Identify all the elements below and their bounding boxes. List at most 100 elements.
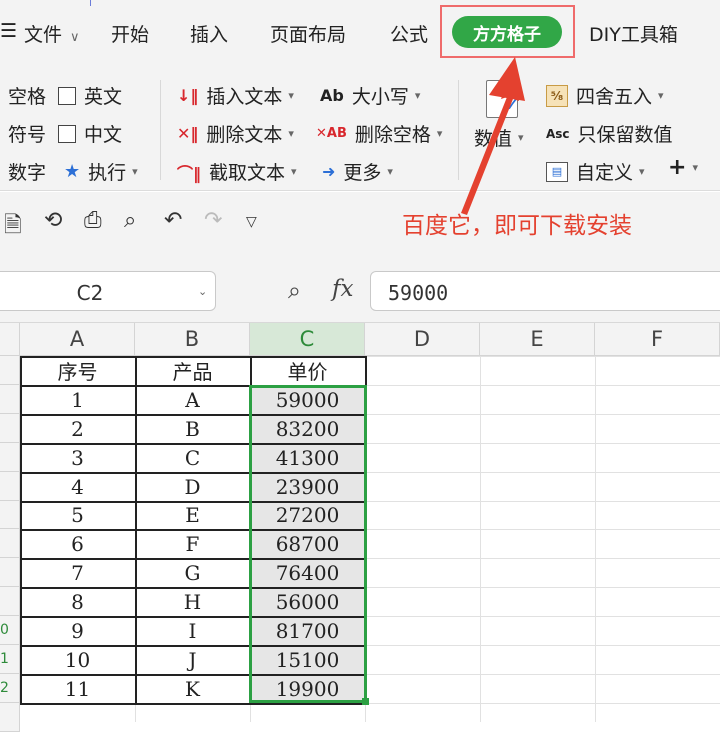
dropdown-arrow-icon: ▾ bbox=[387, 165, 393, 178]
more-button[interactable]: ➜ 更多 ▾ bbox=[322, 158, 393, 185]
tab-insert[interactable]: 插入 bbox=[190, 20, 228, 47]
row-header[interactable] bbox=[0, 703, 20, 732]
row-header[interactable] bbox=[0, 558, 20, 587]
tab-page-layout[interactable]: 页面布局 bbox=[270, 20, 346, 47]
row-header[interactable]: 2 bbox=[0, 674, 20, 703]
table-cell[interactable]: D bbox=[135, 472, 250, 501]
table-cell[interactable]: F bbox=[135, 529, 250, 558]
ribbon-option-symbol[interactable]: 符号 bbox=[8, 120, 46, 147]
fill-handle[interactable] bbox=[362, 698, 369, 705]
table-cell[interactable]: 8 bbox=[20, 587, 135, 616]
case-icon: Ab bbox=[320, 86, 344, 105]
table-cell[interactable]: I bbox=[135, 616, 250, 645]
menu-lines-icon[interactable]: ☰ bbox=[0, 20, 17, 42]
tab-formulas[interactable]: 公式 bbox=[390, 20, 428, 47]
share-icon[interactable]: ⟲ bbox=[44, 208, 62, 233]
custom-table-icon: ▤ bbox=[546, 161, 568, 182]
table-cell[interactable]: 单价 bbox=[250, 356, 365, 385]
ribbon-execute-button[interactable]: ★ 执行 ▾ bbox=[64, 158, 138, 185]
table-cell[interactable]: 4 bbox=[20, 472, 135, 501]
print-icon[interactable]: ⎙ bbox=[84, 208, 102, 233]
table-cell[interactable]: E bbox=[135, 501, 250, 529]
row-header[interactable] bbox=[0, 356, 20, 385]
name-box-dropdown-icon[interactable]: ⌄ bbox=[198, 285, 207, 298]
keep-values-button[interactable]: Asc 只保留数值 bbox=[546, 120, 673, 147]
column-header-c[interactable]: C bbox=[250, 323, 365, 356]
table-cell[interactable]: 10 bbox=[20, 645, 135, 674]
table-cell[interactable]: 序号 bbox=[20, 356, 135, 385]
name-box-value: C2 bbox=[76, 281, 104, 305]
row-header[interactable] bbox=[0, 385, 20, 414]
table-cell[interactable]: 5 bbox=[20, 501, 135, 529]
row-number: 1 bbox=[0, 651, 9, 667]
custom-button[interactable]: ▤ 自定义 ▾ bbox=[546, 158, 645, 185]
annotation-arrow bbox=[461, 57, 525, 215]
customize-dropdown-icon[interactable]: ▽ bbox=[246, 214, 257, 230]
chevron-down-icon: ∨ bbox=[70, 30, 80, 45]
fx-icon[interactable]: fx bbox=[332, 276, 353, 302]
column-header-d[interactable]: D bbox=[365, 323, 480, 356]
table-cell[interactable]: 11 bbox=[20, 674, 135, 703]
dropdown-arrow-icon: ▾ bbox=[291, 165, 297, 178]
table-cell[interactable]: G bbox=[135, 558, 250, 587]
column-header-f[interactable]: F bbox=[595, 323, 720, 356]
redo-icon[interactable]: ↷ bbox=[204, 208, 222, 233]
ribbon-option-english[interactable]: 英文 bbox=[58, 82, 122, 109]
table-cell[interactable]: 产品 bbox=[135, 356, 250, 385]
extract-text-button[interactable]: ⌒‖ 截取文本 ▾ bbox=[177, 158, 297, 185]
round-icon: ⁵⁄₈ bbox=[546, 84, 568, 107]
row-header[interactable] bbox=[0, 501, 20, 529]
delete-spaces-icon: ✕AB bbox=[316, 126, 347, 141]
row-header[interactable] bbox=[0, 529, 20, 558]
dropdown-arrow-icon: ▾ bbox=[692, 161, 698, 174]
row-header[interactable] bbox=[0, 443, 20, 472]
checkbox[interactable] bbox=[58, 86, 76, 105]
row-header[interactable] bbox=[0, 587, 20, 616]
ribbon-option-space[interactable]: 空格 bbox=[8, 82, 46, 109]
print-preview-icon[interactable]: ⌕ bbox=[124, 208, 136, 233]
tab-diy-toolbox[interactable]: DIY工具箱 bbox=[589, 20, 678, 47]
row-header[interactable]: 0 bbox=[0, 616, 20, 645]
checkbox[interactable] bbox=[58, 124, 76, 143]
row-header[interactable] bbox=[0, 472, 20, 501]
zoom-icon[interactable]: ⌕ bbox=[288, 278, 301, 304]
table-cell[interactable]: K bbox=[135, 674, 250, 703]
case-button[interactable]: Ab 大小写 ▾ bbox=[320, 82, 420, 109]
ribbon-option-number[interactable]: 数字 bbox=[8, 158, 46, 185]
column-header-a[interactable]: A bbox=[20, 323, 135, 356]
column-header-e[interactable]: E bbox=[480, 323, 595, 356]
tab-home[interactable]: 开始 bbox=[111, 20, 149, 47]
row-header[interactable] bbox=[0, 414, 20, 443]
select-all-corner[interactable] bbox=[0, 323, 20, 356]
table-cell[interactable]: 3 bbox=[20, 443, 135, 472]
table-cell[interactable]: C bbox=[135, 443, 250, 472]
table-cell[interactable]: 1 bbox=[20, 385, 135, 414]
dropdown-arrow-icon: ▾ bbox=[132, 165, 138, 178]
delete-spaces-button[interactable]: ✕AB 删除空格 ▾ bbox=[316, 120, 442, 147]
delete-text-icon: ✕‖ bbox=[177, 124, 199, 143]
delete-text-button[interactable]: ✕‖ 删除文本 ▾ bbox=[177, 120, 294, 147]
undo-icon[interactable]: ↶ bbox=[164, 208, 182, 233]
table-cell[interactable]: 6 bbox=[20, 529, 135, 558]
ribbon-group-separator bbox=[160, 80, 161, 180]
table-cell[interactable]: B bbox=[135, 414, 250, 443]
selection-border bbox=[249, 385, 367, 703]
row-header[interactable]: 1 bbox=[0, 645, 20, 674]
table-cell[interactable]: 7 bbox=[20, 558, 135, 587]
table-cell[interactable]: 2 bbox=[20, 414, 135, 443]
round-button[interactable]: ⁵⁄₈ 四舍五入 ▾ bbox=[546, 82, 664, 109]
row-number: 0 bbox=[0, 622, 9, 638]
save-icon[interactable]: 🗎 bbox=[4, 208, 22, 246]
ribbon-option-chinese[interactable]: 中文 bbox=[58, 120, 122, 147]
keep-values-icon: Asc bbox=[546, 126, 570, 141]
column-header-b[interactable]: B bbox=[135, 323, 250, 356]
table-cell[interactable]: 9 bbox=[20, 616, 135, 645]
gridline bbox=[480, 356, 481, 722]
add-button[interactable]: + ▾ bbox=[668, 155, 698, 180]
table-cell[interactable]: J bbox=[135, 645, 250, 674]
tab-fangfang-gezi[interactable]: 方方格子 bbox=[452, 16, 562, 48]
tab-file[interactable]: 文件 ∨ bbox=[24, 20, 80, 47]
insert-text-button[interactable]: ↓‖ 插入文本 ▾ bbox=[177, 82, 294, 109]
table-cell[interactable]: A bbox=[135, 385, 250, 414]
table-cell[interactable]: H bbox=[135, 587, 250, 616]
